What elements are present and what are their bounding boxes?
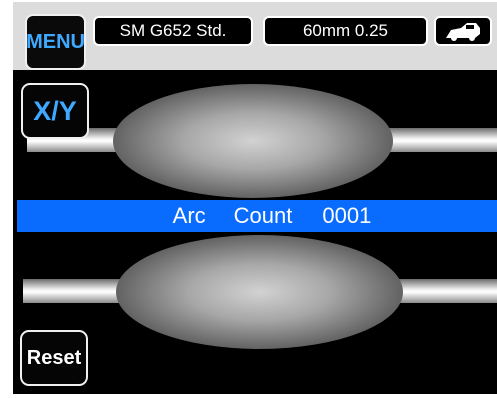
arc-count-value: 0001 [322, 203, 372, 228]
xy-button[interactable]: X/Y [21, 83, 89, 139]
device-status-field[interactable] [434, 16, 492, 46]
fiber-setting-text: 60mm 0.25 [302, 21, 389, 40]
splicer-screen: MENU SM G652 Std. 60mm 0.25 X/Y Arc Coun… [13, 2, 497, 394]
splice-view-bottom [116, 235, 403, 349]
fiber-setting-field[interactable]: 60mm 0.25 [263, 16, 428, 46]
menu-button[interactable]: MENU [25, 14, 86, 70]
reset-button[interactable]: Reset [20, 330, 88, 386]
count-label: Count [233, 203, 293, 228]
device-icon [446, 23, 480, 41]
menu-button-label: MENU [26, 30, 85, 53]
arc-count-bar: Arc Count 0001 [17, 200, 497, 232]
fiber-profile-field[interactable]: SM G652 Std. [93, 16, 253, 46]
xy-button-label: X/Y [33, 95, 77, 126]
splice-view-top [113, 84, 393, 198]
reset-button-label: Reset [26, 346, 82, 369]
fiber-profile-text: SM G652 Std. [119, 21, 227, 40]
arc-label: Arc [172, 203, 206, 228]
